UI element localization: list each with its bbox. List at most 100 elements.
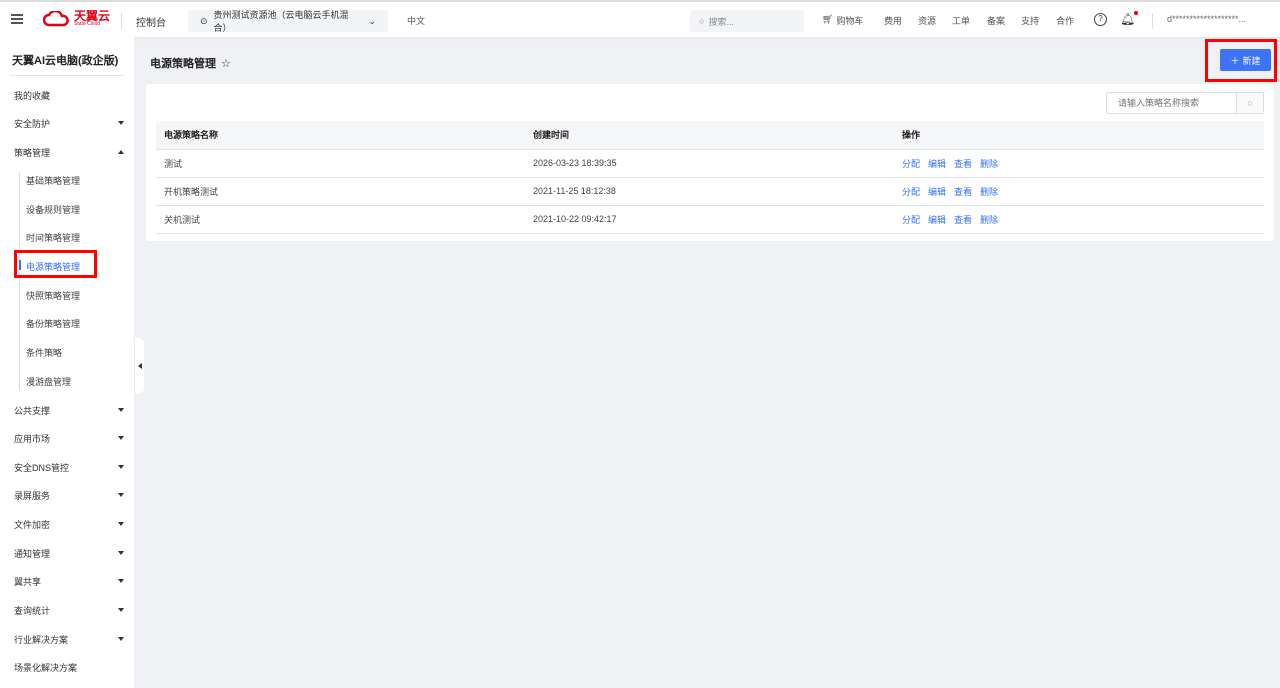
- page-title: 电源策略管理 ☆: [150, 57, 231, 71]
- delete-link[interactable]: 删除: [980, 159, 998, 169]
- logo[interactable]: 天翼云 State Cloud: [43, 9, 111, 27]
- cart-link[interactable]: 🛒︎ 购物车: [822, 14, 863, 27]
- created-time: 2021-10-22 09:42:17: [525, 205, 894, 234]
- caret-down-icon: [118, 465, 124, 469]
- actions-cell: 分配 编辑 查看 删除: [894, 177, 1264, 206]
- caret-down-icon: [118, 436, 124, 440]
- console-link[interactable]: 控制台: [136, 14, 166, 29]
- caret-down-icon: [118, 121, 124, 125]
- actions-cell: 分配 编辑 查看 删除: [894, 205, 1264, 234]
- chevron-down-icon: ⌄: [368, 15, 376, 26]
- caret-down-icon: [118, 579, 124, 583]
- column-header-time: 创建时间: [525, 121, 894, 150]
- nav-tickets[interactable]: 工单: [952, 14, 970, 27]
- sidebar-sub-backup[interactable]: 备份策略管理: [26, 317, 80, 330]
- sidebar-item-encryption[interactable]: 文件加密: [14, 518, 124, 531]
- sidebar-item-policy[interactable]: 策略管理: [14, 146, 124, 159]
- location-icon: ⊙: [200, 15, 208, 26]
- cloud-logo-icon: [43, 11, 69, 27]
- table-row: 测试 2026-03-23 18:39:35 分配 编辑 查看 删除: [156, 149, 1264, 178]
- created-time: 2026-03-23 18:39:35: [525, 149, 894, 178]
- active-indicator: [19, 260, 21, 270]
- sidebar-item-scenario[interactable]: 场景化解决方案: [14, 661, 124, 674]
- divider: [10, 75, 124, 76]
- search-icon: ○: [1247, 98, 1253, 108]
- delete-link[interactable]: 删除: [980, 187, 998, 197]
- sidebar-item-dns[interactable]: 安全DNS管控: [14, 461, 124, 474]
- caret-up-icon: [118, 150, 124, 154]
- top-bar: 天翼云 State Cloud 控制台 ⊙ 贵州测试资源池（云电脑云手机混合） ⌄…: [0, 0, 1280, 37]
- caret-down-icon: [118, 608, 124, 612]
- edit-link[interactable]: 编辑: [928, 159, 946, 169]
- sidebar-sub-device-rules[interactable]: 设备规则管理: [26, 203, 80, 216]
- nav-partner[interactable]: 合作: [1056, 14, 1074, 27]
- caret-left-icon: [137, 363, 142, 369]
- sidebar-sub-roaming-disk[interactable]: 漫游盘管理: [26, 375, 71, 388]
- sidebar-sub-time[interactable]: 时间策略管理: [26, 231, 80, 244]
- view-link[interactable]: 查看: [954, 159, 972, 169]
- search-icon: ○: [699, 16, 705, 26]
- policy-search: ○: [1106, 92, 1264, 114]
- policy-name: 测试: [156, 149, 525, 178]
- sidebar-sub-basic[interactable]: 基础策略管理: [26, 174, 80, 187]
- global-search[interactable]: ○ 搜索...: [690, 10, 804, 32]
- sidebar-sub-snapshot[interactable]: 快照策略管理: [26, 289, 80, 302]
- column-header-actions: 操作: [894, 121, 1264, 150]
- policy-name: 关机测试: [156, 205, 525, 234]
- cart-icon: 🛒︎: [822, 14, 834, 24]
- assign-link[interactable]: 分配: [902, 159, 920, 169]
- divider: [1152, 13, 1153, 29]
- language-switch[interactable]: 中文: [407, 14, 425, 27]
- policy-table: 电源策略名称 创建时间 操作 测试 2026-03-23 18:39:35 分配 编辑…: [156, 121, 1264, 234]
- caret-down-icon: [118, 551, 124, 555]
- caret-down-icon: [118, 637, 124, 641]
- edit-link[interactable]: 编辑: [928, 215, 946, 225]
- sidebar-item-public[interactable]: 公共支撑: [14, 404, 124, 417]
- new-button[interactable]: ＋新建: [1220, 49, 1271, 71]
- sidebar-item-security[interactable]: 安全防护: [14, 117, 124, 130]
- policy-search-input[interactable]: [1107, 93, 1236, 113]
- sidebar-item-stats[interactable]: 查询统计: [14, 604, 124, 617]
- region-select[interactable]: ⊙ 贵州测试资源池（云电脑云手机混合） ⌄: [188, 10, 388, 33]
- sidebar-title: 天翼AI云电脑(政企版): [12, 55, 119, 67]
- nav-filing[interactable]: 备案: [987, 14, 1005, 27]
- policy-name: 开机策略测试: [156, 177, 525, 206]
- caret-down-icon: [118, 408, 124, 412]
- menu-icon[interactable]: [11, 14, 23, 24]
- sidebar-item-share[interactable]: 翼共享: [14, 575, 124, 588]
- sidebar-item-notification[interactable]: 通知管理: [14, 547, 124, 560]
- sidebar-item-industry[interactable]: 行业解决方案: [14, 633, 124, 646]
- created-time: 2021-11-25 18:12:38: [525, 177, 894, 206]
- plus-icon: ＋: [1230, 55, 1240, 66]
- sidebar-item-recording[interactable]: 录屏服务: [14, 489, 124, 502]
- view-link[interactable]: 查看: [954, 187, 972, 197]
- sidebar: 天翼AI云电脑(政企版) ○ 我的收藏 安全防护 策略管理 基础策略管理 设备规…: [0, 37, 135, 688]
- sidebar-item-app-market[interactable]: 应用市场: [14, 432, 124, 445]
- table-row: 开机策略测试 2021-11-25 18:12:38 分配 编辑 查看 删除: [156, 177, 1264, 206]
- column-header-name: 电源策略名称: [156, 121, 525, 150]
- delete-link[interactable]: 删除: [980, 215, 998, 225]
- collapse-sidebar-button[interactable]: [135, 338, 144, 394]
- bell-icon[interactable]: 🔔︎: [1120, 11, 1139, 26]
- sidebar-item-favorites[interactable]: 我的收藏: [14, 89, 124, 102]
- sidebar-sub-conditional[interactable]: 条件策略: [26, 346, 62, 359]
- nav-resources[interactable]: 资源: [918, 14, 936, 27]
- help-icon[interactable]: ?: [1094, 13, 1107, 26]
- assign-link[interactable]: 分配: [902, 187, 920, 197]
- cart-label: 购物车: [836, 16, 864, 26]
- region-label: 贵州测试资源池（云电脑云手机混合）: [213, 10, 349, 33]
- notification-dot: [1134, 11, 1139, 15]
- edit-link[interactable]: 编辑: [928, 187, 946, 197]
- user-account[interactable]: d*******************...: [1167, 14, 1246, 24]
- sidebar-sub-power[interactable]: 电源策略管理: [26, 260, 80, 273]
- actions-cell: 分配 编辑 查看 删除: [894, 149, 1264, 178]
- logo-text: 天翼云: [74, 9, 111, 23]
- search-icon[interactable]: ○: [112, 54, 117, 64]
- search-placeholder: 搜索...: [708, 16, 734, 27]
- search-button[interactable]: ○: [1236, 93, 1263, 113]
- nav-fees[interactable]: 费用: [884, 14, 902, 27]
- star-icon[interactable]: ☆: [221, 57, 231, 70]
- assign-link[interactable]: 分配: [902, 215, 920, 225]
- view-link[interactable]: 查看: [954, 215, 972, 225]
- nav-support[interactable]: 支持: [1021, 14, 1039, 27]
